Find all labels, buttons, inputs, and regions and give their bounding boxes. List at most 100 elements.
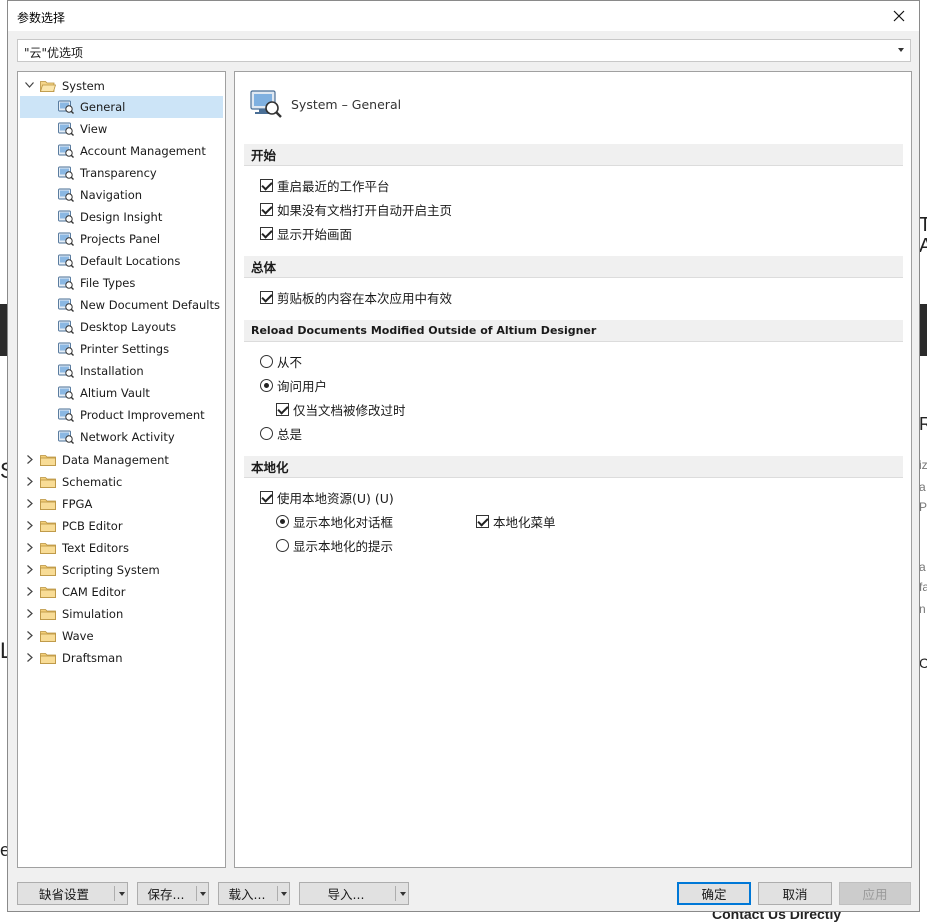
tree-item-account-management[interactable]: Account Management [20, 140, 223, 162]
tree-item-product-improvement[interactable]: Product Improvement [20, 404, 223, 426]
tree-item-fpga[interactable]: FPGA [18, 492, 225, 514]
settings-page-icon [58, 188, 74, 202]
option-reopen-workspace[interactable]: 重启最近的工作平台 [260, 176, 390, 195]
settings-page-icon [58, 364, 74, 378]
option-reload-ask[interactable]: 询问用户 [260, 376, 327, 395]
radio[interactable] [260, 379, 273, 392]
save-button[interactable]: 保存... [137, 882, 209, 905]
tree-item-schematic[interactable]: Schematic [18, 470, 225, 492]
settings-page-icon [58, 276, 74, 290]
option-label: 剪贴板的内容在本次应用中有效 [277, 291, 453, 306]
section-start: 开始 [244, 144, 903, 166]
import-button-label: 导入... [327, 887, 365, 902]
radio[interactable] [276, 539, 289, 552]
tree-item-scripting-system[interactable]: Scripting System [18, 558, 225, 580]
chevron-right-icon[interactable] [25, 608, 35, 618]
bg-text-fragment: fa [919, 580, 927, 594]
chevron-right-icon[interactable] [25, 542, 35, 552]
tree-item-data-management[interactable]: Data Management [18, 448, 225, 470]
checkbox[interactable] [260, 227, 273, 240]
tree-item-label: General [80, 100, 126, 114]
defaults-button[interactable]: 缺省设置 [17, 882, 128, 905]
option-label: 显示开始画面 [277, 227, 353, 242]
tree-item-printer-settings[interactable]: Printer Settings [20, 338, 223, 360]
option-show-localized-hints[interactable]: 显示本地化的提示 [276, 536, 393, 555]
option-reload-always[interactable]: 总是 [260, 424, 302, 443]
radio[interactable] [260, 355, 273, 368]
tree-item-view[interactable]: View [20, 118, 223, 140]
checkbox[interactable] [276, 403, 289, 416]
option-localized-menus[interactable]: 本地化菜单 [476, 512, 556, 531]
chevron-right-icon[interactable] [25, 454, 35, 464]
chevron-right-icon[interactable] [25, 586, 35, 596]
load-button[interactable]: 载入... [218, 882, 290, 905]
checkbox[interactable] [260, 203, 273, 216]
tree-item-design-insight[interactable]: Design Insight [20, 206, 223, 228]
tree-item-simulation[interactable]: Simulation [18, 602, 225, 624]
folder-icon [40, 631, 56, 642]
tree-item-general[interactable]: General [20, 96, 223, 118]
tree-item-wave[interactable]: Wave [18, 624, 225, 646]
tree-item-label: View [80, 122, 108, 136]
chevron-right-icon[interactable] [25, 476, 35, 486]
chevron-right-icon[interactable] [25, 652, 35, 662]
chevron-down-icon[interactable] [281, 892, 287, 896]
tree-item-projects-panel[interactable]: Projects Panel [20, 228, 223, 250]
bg-text-fragment: C [919, 655, 927, 671]
chevron-right-icon[interactable] [25, 498, 35, 508]
tree-item-new-document-defaults[interactable]: New Document Defaults [20, 294, 223, 316]
option-clipboard-session[interactable]: 剪贴板的内容在本次应用中有效 [260, 288, 452, 307]
option-use-local-resources[interactable]: 使用本地资源(U) (U) [260, 488, 394, 507]
checkbox[interactable] [260, 491, 273, 504]
tree-item-pcb-editor[interactable]: PCB Editor [18, 514, 225, 536]
checkbox[interactable] [476, 515, 489, 528]
import-button[interactable]: 导入... [299, 882, 409, 905]
tree-item-label: File Types [80, 276, 136, 290]
tree-item-label: Printer Settings [80, 342, 170, 356]
tree-item-cam-editor[interactable]: CAM Editor [18, 580, 225, 602]
profile-select-value: "云"优选项 [24, 46, 84, 60]
tree-item-draftsman[interactable]: Draftsman [18, 646, 225, 668]
chevron-down-icon[interactable] [400, 892, 406, 896]
profile-select[interactable]: "云"优选项 [17, 39, 911, 62]
tree-item-default-locations[interactable]: Default Locations [20, 250, 223, 272]
option-show-splash[interactable]: 显示开始画面 [260, 224, 352, 243]
option-auto-home[interactable]: 如果没有文档打开自动开启主页 [260, 200, 452, 219]
defaults-button-label: 缺省设置 [38, 887, 89, 902]
tree-item-desktop-layouts[interactable]: Desktop Layouts [20, 316, 223, 338]
section-general: 总体 [244, 256, 903, 278]
tree-item-file-types[interactable]: File Types [20, 272, 223, 294]
checkbox[interactable] [260, 291, 273, 304]
chevron-right-icon[interactable] [25, 630, 35, 640]
tree-item-label: Navigation [80, 188, 143, 202]
folder-icon [40, 543, 56, 554]
tree-item-altium-vault[interactable]: Altium Vault [20, 382, 223, 404]
preferences-tree[interactable]: System General View Account Management Tran… [17, 71, 226, 868]
tree-item-installation[interactable]: Installation [20, 360, 223, 382]
chevron-right-icon[interactable] [25, 520, 35, 530]
option-reload-never[interactable]: 从不 [260, 352, 302, 371]
settings-page-icon [58, 386, 74, 400]
ok-button[interactable]: 确定 [677, 882, 751, 905]
radio[interactable] [276, 515, 289, 528]
option-show-localized-dialogs[interactable]: 显示本地化对话框 [276, 512, 393, 531]
checkbox[interactable] [260, 179, 273, 192]
chevron-right-icon[interactable] [25, 564, 35, 574]
chevron-down-icon[interactable] [119, 892, 125, 896]
tree-item-network-activity[interactable]: Network Activity [20, 426, 223, 448]
tree-item-system[interactable]: System [18, 74, 225, 96]
tree-item-navigation[interactable]: Navigation [20, 184, 223, 206]
radio[interactable] [260, 427, 273, 440]
close-button[interactable] [879, 1, 919, 31]
cancel-button[interactable]: 取消 [758, 882, 832, 905]
tree-item-label: PCB Editor [62, 519, 123, 533]
tree-item-transparency[interactable]: Transparency [20, 162, 223, 184]
tree-item-text-editors[interactable]: Text Editors [18, 536, 225, 558]
tree-item-label: Network Activity [80, 430, 175, 444]
apply-button[interactable]: 应用 [839, 882, 911, 905]
bg-text-fragment: n [919, 602, 926, 616]
chevron-down-icon[interactable] [200, 892, 206, 896]
option-only-if-modified[interactable]: 仅当文档被修改过时 [276, 400, 406, 419]
chevron-down-icon[interactable] [24, 80, 34, 90]
folder-icon [40, 587, 56, 598]
